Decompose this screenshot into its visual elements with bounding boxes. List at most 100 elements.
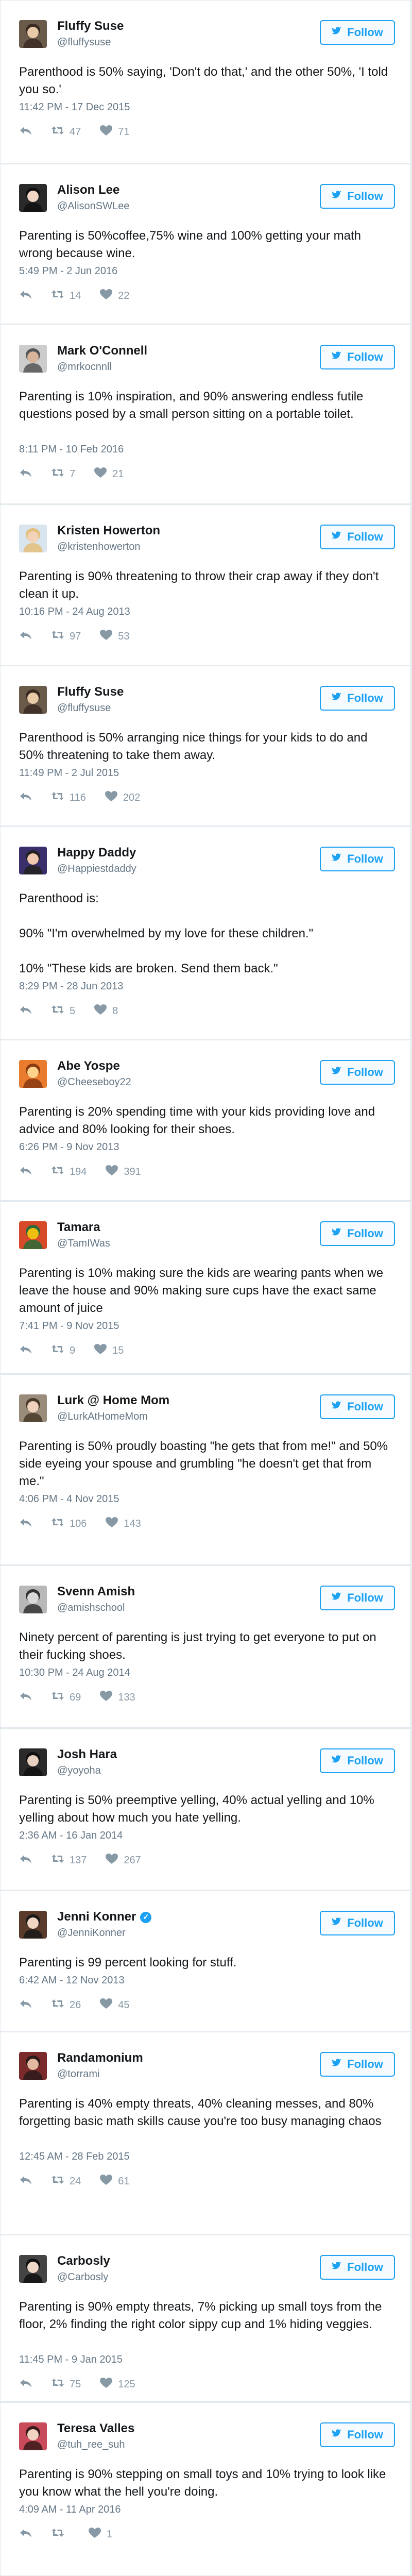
follow-button[interactable]: Follow bbox=[320, 1748, 395, 1773]
user-handle[interactable]: @fluffysuse bbox=[57, 37, 111, 48]
like-button[interactable]: 61 bbox=[99, 2174, 130, 2189]
follow-button[interactable]: Follow bbox=[320, 20, 395, 45]
avatar[interactable] bbox=[19, 1060, 47, 1088]
tweet-timestamp[interactable]: 5:49 PM - 2 Jun 2016 bbox=[19, 265, 117, 277]
tweet-timestamp[interactable]: 6:26 PM - 9 Nov 2013 bbox=[19, 1141, 119, 1153]
display-name[interactable]: Teresa Valles bbox=[57, 2421, 134, 2436]
like-button[interactable]: 391 bbox=[105, 1164, 141, 1180]
retweet-button[interactable]: 106 bbox=[51, 1516, 87, 1531]
avatar[interactable] bbox=[19, 847, 47, 874]
tweet-timestamp[interactable]: 10:16 PM - 24 Aug 2013 bbox=[19, 606, 130, 618]
follow-button[interactable]: Follow bbox=[320, 847, 395, 871]
follow-button[interactable]: Follow bbox=[320, 184, 395, 209]
reply-button[interactable] bbox=[19, 1690, 32, 1705]
reply-button[interactable] bbox=[19, 1997, 32, 2013]
follow-button[interactable]: Follow bbox=[320, 525, 395, 549]
avatar[interactable] bbox=[19, 2422, 47, 2450]
retweet-button[interactable]: 116 bbox=[51, 790, 86, 805]
retweet-button[interactable]: 7 bbox=[51, 466, 75, 482]
avatar[interactable] bbox=[19, 686, 47, 714]
retweet-button[interactable]: 5 bbox=[51, 1003, 75, 1019]
follow-button[interactable]: Follow bbox=[320, 1586, 395, 1610]
user-handle[interactable]: @AlisonSWLee bbox=[57, 200, 129, 212]
retweet-button[interactable]: 194 bbox=[51, 1164, 87, 1180]
follow-button[interactable]: Follow bbox=[320, 2052, 395, 2077]
tweet-timestamp[interactable]: 7:41 PM - 9 Nov 2015 bbox=[19, 1320, 119, 1332]
avatar[interactable] bbox=[19, 1394, 47, 1422]
user-handle[interactable]: @mrkocnnll bbox=[57, 361, 112, 373]
user-handle[interactable]: @TamIWas bbox=[57, 1238, 110, 1250]
like-button[interactable]: 133 bbox=[99, 1690, 135, 1705]
display-name[interactable]: Randamonium bbox=[57, 2051, 143, 2065]
display-name[interactable]: Fluffy Suse bbox=[57, 685, 124, 699]
user-handle[interactable]: @Cheeseboy22 bbox=[57, 1076, 131, 1088]
follow-button[interactable]: Follow bbox=[320, 1394, 395, 1419]
avatar[interactable] bbox=[19, 1911, 47, 1939]
retweet-button[interactable]: 26 bbox=[51, 1997, 81, 2013]
reply-button[interactable] bbox=[19, 2377, 32, 2392]
avatar[interactable] bbox=[19, 184, 47, 212]
reply-button[interactable] bbox=[19, 2174, 32, 2189]
tweet-timestamp[interactable]: 2:36 AM - 16 Jan 2014 bbox=[19, 1830, 123, 1842]
avatar[interactable] bbox=[19, 20, 47, 48]
reply-button[interactable] bbox=[19, 466, 32, 482]
user-handle[interactable]: @amishschool bbox=[57, 1602, 125, 1614]
display-name[interactable]: Lurk @ Home Mom bbox=[57, 1393, 169, 1408]
display-name[interactable]: Josh Hara bbox=[57, 1747, 117, 1762]
retweet-button[interactable] bbox=[51, 2527, 70, 2542]
avatar[interactable] bbox=[19, 2255, 47, 2283]
avatar[interactable] bbox=[19, 345, 47, 373]
tweet-timestamp[interactable]: 4:06 PM - 4 Nov 2015 bbox=[19, 1493, 119, 1505]
tweet-timestamp[interactable]: 11:49 PM - 2 Jul 2015 bbox=[19, 767, 119, 779]
reply-button[interactable] bbox=[19, 1343, 32, 1358]
like-button[interactable]: 125 bbox=[99, 2377, 135, 2392]
user-handle[interactable]: @torrami bbox=[57, 2068, 100, 2080]
like-button[interactable]: 22 bbox=[99, 288, 130, 304]
like-button[interactable]: 143 bbox=[105, 1516, 141, 1531]
retweet-button[interactable]: 75 bbox=[51, 2377, 81, 2392]
tweet-timestamp[interactable]: 11:45 PM - 9 Jan 2015 bbox=[19, 2354, 123, 2366]
retweet-button[interactable]: 14 bbox=[51, 288, 81, 304]
avatar[interactable] bbox=[19, 1586, 47, 1613]
tweet-timestamp[interactable]: 11:42 PM - 17 Dec 2015 bbox=[19, 102, 130, 113]
like-button[interactable]: 71 bbox=[99, 124, 130, 140]
display-name[interactable]: Kristen Howerton bbox=[57, 524, 160, 538]
display-name[interactable]: Tamara bbox=[57, 1220, 100, 1235]
reply-button[interactable] bbox=[19, 2527, 32, 2542]
like-button[interactable]: 1 bbox=[88, 2527, 112, 2542]
follow-button[interactable]: Follow bbox=[320, 2255, 395, 2280]
like-button[interactable]: 21 bbox=[94, 466, 124, 482]
like-button[interactable]: 15 bbox=[94, 1343, 124, 1358]
display-name[interactable]: Mark O'Connell bbox=[57, 344, 147, 358]
retweet-button[interactable]: 47 bbox=[51, 124, 81, 140]
display-name[interactable]: Happy Daddy bbox=[57, 846, 136, 860]
user-handle[interactable]: @yoyoha bbox=[57, 1765, 101, 1777]
tweet-timestamp[interactable]: 4:09 AM - 11 Apr 2016 bbox=[19, 2504, 121, 2516]
reply-button[interactable] bbox=[19, 124, 32, 140]
display-name[interactable]: Carbosly bbox=[57, 2254, 110, 2268]
like-button[interactable]: 202 bbox=[105, 790, 140, 805]
follow-button[interactable]: Follow bbox=[320, 1911, 395, 1935]
tweet-timestamp[interactable]: 8:29 PM - 28 Jun 2013 bbox=[19, 981, 123, 992]
user-handle[interactable]: @kristenhowerton bbox=[57, 541, 140, 553]
user-handle[interactable]: @LurkAtHomeMom bbox=[57, 1411, 148, 1423]
follow-button[interactable]: Follow bbox=[320, 345, 395, 369]
like-button[interactable]: 45 bbox=[99, 1997, 130, 2013]
display-name[interactable]: Jenni Konner ✓ bbox=[57, 1910, 152, 1924]
reply-button[interactable] bbox=[19, 790, 32, 805]
reply-button[interactable] bbox=[19, 1853, 32, 1868]
avatar[interactable] bbox=[19, 2052, 47, 2080]
retweet-button[interactable]: 9 bbox=[51, 1343, 75, 1358]
like-button[interactable]: 267 bbox=[105, 1853, 141, 1868]
retweet-button[interactable]: 97 bbox=[51, 629, 81, 644]
user-handle[interactable]: @fluffysuse bbox=[57, 702, 111, 714]
display-name[interactable]: Svenn Amish bbox=[57, 1585, 135, 1599]
like-button[interactable]: 53 bbox=[99, 629, 130, 644]
retweet-button[interactable]: 24 bbox=[51, 2174, 81, 2189]
display-name[interactable]: Alison Lee bbox=[57, 183, 119, 197]
retweet-button[interactable]: 69 bbox=[51, 1690, 81, 1705]
like-button[interactable]: 8 bbox=[94, 1003, 118, 1019]
reply-button[interactable] bbox=[19, 1516, 32, 1531]
retweet-button[interactable]: 137 bbox=[51, 1853, 87, 1868]
reply-button[interactable] bbox=[19, 1164, 32, 1180]
